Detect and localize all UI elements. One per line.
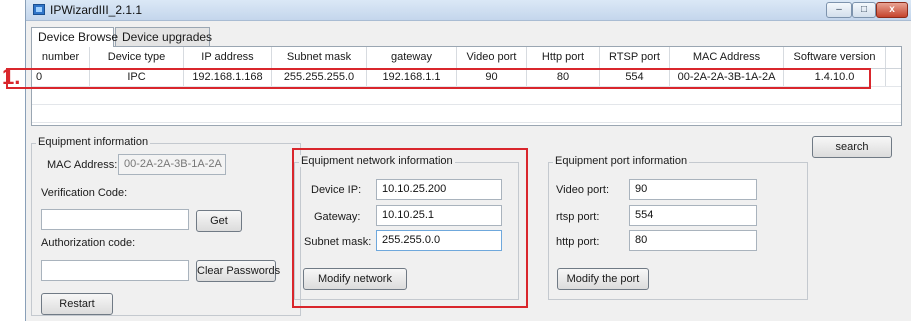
highlight-device-row: [6, 68, 871, 89]
column-header-ip-address[interactable]: IP address: [184, 47, 272, 68]
title-bar[interactable]: IPWizardIII_2.1.1 – □ x: [26, 0, 911, 21]
equipment-information-legend: Equipment information: [36, 136, 151, 148]
column-header-subnet-mask[interactable]: Subnet mask: [272, 47, 367, 68]
verification-code-input[interactable]: [41, 209, 189, 230]
verification-code-label: Verification Code:: [41, 187, 128, 199]
authorization-code-input[interactable]: [41, 260, 189, 281]
http-port-input[interactable]: 80: [629, 230, 757, 251]
table-row-empty: [32, 87, 901, 105]
video-port-label: Video port:: [556, 184, 610, 196]
maximize-button[interactable]: □: [852, 2, 876, 18]
port-information-legend: Equipment port information: [553, 155, 690, 167]
minimize-button[interactable]: –: [826, 2, 852, 18]
search-button[interactable]: search: [812, 136, 892, 158]
column-header-rtsp-port[interactable]: RTSP port: [600, 47, 670, 68]
modify-port-button[interactable]: Modify the port: [557, 268, 649, 290]
table-row-empty: [32, 105, 901, 123]
rtsp-port-input[interactable]: 554: [629, 205, 757, 226]
get-button[interactable]: Get: [196, 210, 242, 232]
video-port-input[interactable]: 90: [629, 179, 757, 200]
mac-address-label: MAC Address:: [47, 159, 118, 171]
column-header-video-port[interactable]: Video port: [457, 47, 527, 68]
window-title: IPWizardIII_2.1.1: [50, 3, 143, 17]
column-header-device-type[interactable]: Device type: [90, 47, 184, 68]
highlight-network-box: [292, 148, 528, 308]
column-header-mac-address[interactable]: MAC Address: [670, 47, 784, 68]
column-header-gateway[interactable]: gateway: [367, 47, 457, 68]
column-header-http-port[interactable]: Http port: [527, 47, 600, 68]
close-button[interactable]: x: [876, 2, 908, 18]
tab-device-browse[interactable]: Device Browse: [31, 27, 118, 47]
app-icon: [33, 4, 45, 15]
restart-button[interactable]: Restart: [41, 293, 113, 315]
rtsp-port-label: rtsp port:: [556, 211, 600, 223]
clear-passwords-button[interactable]: Clear Passwords: [196, 260, 280, 282]
column-header-number[interactable]: number: [32, 47, 90, 68]
http-port-label: http port:: [556, 236, 600, 248]
column-header-software-version[interactable]: Software version: [784, 47, 886, 68]
authorization-code-label: Authorization code:: [41, 237, 136, 249]
tab-device-upgrades[interactable]: Device upgrades: [115, 27, 212, 46]
mac-address-field[interactable]: 00-2A-2A-3B-1A-2A: [118, 154, 226, 175]
table-header: number Device type IP address Subnet mas…: [32, 47, 901, 69]
